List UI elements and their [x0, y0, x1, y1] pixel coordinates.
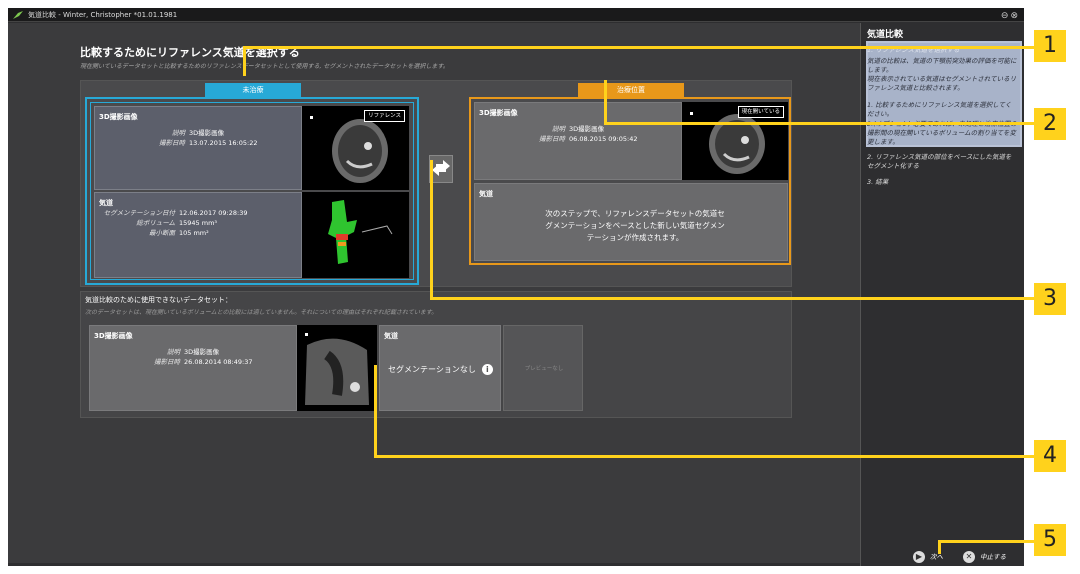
no-segmentation-label: セグメンテーションなし — [388, 365, 476, 374]
callout-line-2 — [604, 122, 1034, 125]
callout-1: 1 — [1034, 30, 1066, 62]
unusable-ct-thumbnail — [297, 325, 377, 411]
app-logo-icon — [13, 11, 23, 19]
main-area: 比較するためにリファレンス気道を選択する 現在開いているデータセットと比較するた… — [8, 23, 860, 563]
info-icon[interactable]: i — [481, 364, 493, 375]
untreated-ct-thumbnail: リファレンス — [302, 106, 409, 190]
swap-arrows-icon — [432, 160, 450, 176]
page-subtitle: 現在開いているデータセットと比較するためのリファレンスデータセットとして使用する… — [80, 63, 449, 70]
app-window: 気道比較 - Winter, Christopher *01.01.1981 ⊖… — [8, 8, 1024, 566]
title-bar: 気道比較 - Winter, Christopher *01.01.1981 ⊖… — [8, 8, 1024, 22]
callout-2: 2 — [1034, 108, 1066, 140]
callout-5: 5 — [1034, 524, 1066, 556]
unusable-image-card: 3D撮影画像 説明 3D撮影画像 撮影日時 26.08.2014 08:49:37 — [89, 325, 297, 411]
card-header: 3D撮影画像 — [479, 109, 518, 117]
treatment-airway-card[interactable]: 気道 次のステップで、リファレンスデータセットの気道セグメンテーションをベースと… — [474, 183, 788, 261]
untreated-tag: 未治療 — [205, 83, 301, 97]
unusable-title: 気道比較のために使用できないデータセット： — [85, 296, 232, 304]
callout-line-3 — [430, 297, 1034, 300]
treatment-airway-message: 次のステップで、リファレンスデータセットの気道セグメンテーションをベースとした新… — [545, 209, 725, 242]
close-icon[interactable]: ⊗ — [1010, 11, 1020, 21]
untreated-image-card[interactable]: 3D撮影画像 説明 3D撮影画像 撮影日時 13.07.2015 16:05:22 — [94, 106, 302, 190]
step-3-title[interactable]: 3. 結果 — [867, 176, 888, 186]
panel-title: 気道比較 — [867, 30, 904, 40]
cancel-x-icon: ✕ — [963, 551, 975, 563]
assistant-panel: 気道比較 1. リファレンス気道を選択する 気道の比較は、気道の下顎前突効果の評… — [860, 23, 1024, 566]
untreated-airway-card[interactable]: 気道 セグメンテーション日付 12.06.2017 09:28:39 総ボリューム… — [94, 192, 302, 278]
step-1-text-2: 現在表示されている気道はセグメントされているリファレンス気道と比較されます。 — [867, 75, 1017, 92]
reference-badge: リファレンス — [364, 110, 405, 122]
unusable-datasets-pane: 気道比較のために使用できないデータセット： 次のデータセットは、現在開いているボ… — [80, 291, 792, 418]
step-2-title[interactable]: 2. リファレンス気道の部位をベースにした気道をセグメント化する — [867, 153, 1017, 171]
card-header: 気道 — [384, 332, 398, 340]
treatment-tag: 治療位置 — [578, 83, 684, 97]
card-header: 気道 — [479, 190, 493, 198]
callout-3: 3 — [1034, 283, 1066, 315]
next-arrow-icon: ▶ — [913, 551, 925, 563]
callout-line-1 — [243, 46, 1034, 49]
preview-placeholder: プレビューなし — [503, 325, 583, 411]
unusable-airway-card: 気道 セグメンテーションなし i — [379, 325, 501, 411]
treatment-ct-thumbnail: 現在開いている — [682, 102, 788, 180]
card-header: 3D撮影画像 — [99, 113, 138, 121]
currently-open-badge: 現在開いている — [737, 106, 784, 118]
callout-4: 4 — [1034, 440, 1066, 472]
treatment-image-card[interactable]: 3D撮影画像 説明 3D撮影画像 撮影日時 06.08.2015 09:05:42 — [474, 102, 682, 180]
window-controls: ⊖⊗ — [1001, 9, 1020, 23]
unusable-subtitle: 次のデータセットは、現在開いているボリュームとの比較には適していません。それにつ… — [85, 309, 438, 316]
callout-line-5 — [938, 540, 1034, 543]
callout-line-4 — [374, 455, 1034, 458]
card-header: 3D撮影画像 — [94, 332, 133, 340]
untreated-group[interactable]: 3D撮影画像 説明 3D撮影画像 撮影日時 13.07.2015 16:05:22 … — [85, 97, 419, 285]
step-1-instruction: 1. 比較するためにリファレンス気道を選択してください。 — [867, 101, 1012, 118]
step-1-text: 気道の比較は、気道の下顎前突効果の評価を可能にします。 — [867, 57, 1017, 74]
window-title: 気道比較 - Winter, Christopher *01.01.1981 — [28, 11, 178, 19]
selection-pane: 未治療 3D撮影画像 説明 3D撮影画像 撮影日時 13.07.2015 16:05… — [80, 80, 792, 287]
airway-3d-thumbnail — [302, 192, 409, 278]
cancel-button[interactable]: ✕ 中止する — [963, 549, 1006, 565]
